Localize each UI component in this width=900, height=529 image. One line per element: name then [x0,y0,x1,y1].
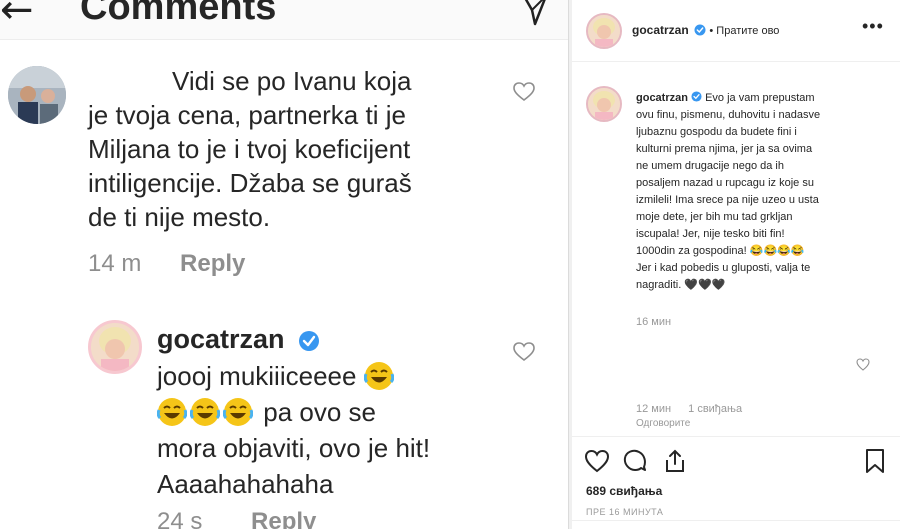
reply-text: joooj mukiiiceeee pa ovo se mora objavit… [157,358,497,502]
caption-line: posaljem nazad u rupcagu iz koje su [636,177,814,189]
reply-meta: 24 s Reply [157,508,316,529]
comment-line: de ti nije mesto. [88,202,271,232]
reply-time: 24 s [157,508,203,529]
caption-line: iscupala! Jer, nije tesko biti fin! [636,228,785,240]
verified-badge-icon [694,24,706,36]
post-header: gocatrzan • Пратите ово ••• [572,0,900,62]
post-caption: gocatrzan Evo ja vam prepustam ovu finu,… [636,90,876,294]
caption-line: nagraditi. 🖤🖤🖤 [636,279,726,291]
reply-line: Aaaahahahaha [157,469,334,499]
comment-like-heart-icon[interactable] [856,358,870,371]
header-username[interactable]: gocatrzan [632,23,689,37]
caption-avatar[interactable] [586,86,622,122]
post-timestamp: ПРЕ 16 МИНУТА [586,507,664,517]
reply-button[interactable]: Reply [180,250,245,277]
comment-likes[interactable]: 1 свиђања [688,403,742,415]
reply-username[interactable]: gocatrzan [157,324,320,355]
reply-button[interactable]: Reply [251,508,316,529]
caption-line: kulturni prema njima, jer ja sa ovima [636,143,813,155]
laughing-emoji-icon [190,398,220,426]
comment-line: intiligencije. Džaba se guraš [88,168,412,198]
reply-line: mora objaviti, ovo je hit! [157,433,431,463]
caption-line: Jer i kad pobedis u gluposti, valja te [636,262,811,274]
caption-line: gocatrzan Evo ja vam prepustam [636,90,876,107]
comment-line: Miljana to je i tvoj koeficijent [88,134,411,164]
mobile-comments-screenshot: ← Comments Vidi se po Ivanu koja je tvoj… [0,0,568,529]
comment-line: je tvoja cena, partnerka ti je [88,100,406,130]
comments-title: Comments [80,0,277,28]
caption-username[interactable]: gocatrzan [636,92,688,104]
laughing-emoji-icon [157,398,187,426]
comment-meta: 12 мин 1 свиђања [636,403,742,415]
header-user: gocatrzan • Пратите ово [632,23,779,37]
comments-header: ← Comments [0,0,568,40]
bottom-divider [572,520,900,521]
like-heart-icon[interactable] [513,342,535,362]
profile-avatar[interactable] [586,13,622,49]
reply-avatar[interactable] [88,320,142,374]
share-upload-icon[interactable] [662,448,688,474]
laughing-emoji-icon [363,362,394,390]
caption-line: ljubaznu gospodu da budete fini i [636,126,797,138]
caption-line: moje dete, jer bih mu tad grkljan [636,211,793,223]
reply-line-text: joooj mukiiiceeee [157,361,357,391]
bookmark-icon[interactable] [862,448,888,474]
comment-time: 12 мин [636,403,672,415]
comment-line: Vidi se po Ivanu koja [172,66,412,96]
commenter-avatar[interactable] [8,66,66,124]
verified-badge-icon [691,91,702,102]
comment-bubble-icon[interactable] [622,448,648,474]
reply-line: pa ovo se [157,394,497,430]
verified-badge-icon [299,330,320,351]
username-text[interactable]: gocatrzan [157,324,285,354]
caption-line: ovu finu, pismenu, duhovitu i nadasve [636,109,821,121]
more-options-icon[interactable]: ••• [862,16,884,37]
comment-time: 14 m [88,250,142,277]
actions-divider [572,436,900,437]
laughing-emoji-icon [223,398,253,426]
follow-button[interactable]: Пратите ово [716,25,779,37]
post-likes-count[interactable]: 689 свиђања [586,484,662,498]
reply-link[interactable]: Одговорите [636,418,690,429]
send-icon[interactable] [520,0,550,26]
like-heart-icon[interactable] [513,82,535,102]
desktop-post-panel: gocatrzan • Пратите ово ••• gocatrzan Ev… [572,0,900,529]
caption-line: ne umem drugacije nego da ih [636,160,784,172]
comment-text: Vidi se po Ivanu koja je tvoja cena, par… [88,64,488,234]
reply-line-text: pa ovo se [263,397,376,427]
comment-meta: 14 m Reply [88,250,245,278]
caption-line: 1000din za gospodina! 😂😂😂😂 [636,245,805,257]
reply-line: joooj mukiiiceeee [157,358,497,394]
like-heart-icon[interactable] [584,448,610,474]
caption-time: 16 мин [636,316,672,328]
caption-text: Evo ja vam prepustam [705,92,815,104]
back-arrow-icon[interactable]: ← [0,0,34,30]
caption-line: izmileli! Ima srece pa nije uzeo u usta [636,194,819,206]
